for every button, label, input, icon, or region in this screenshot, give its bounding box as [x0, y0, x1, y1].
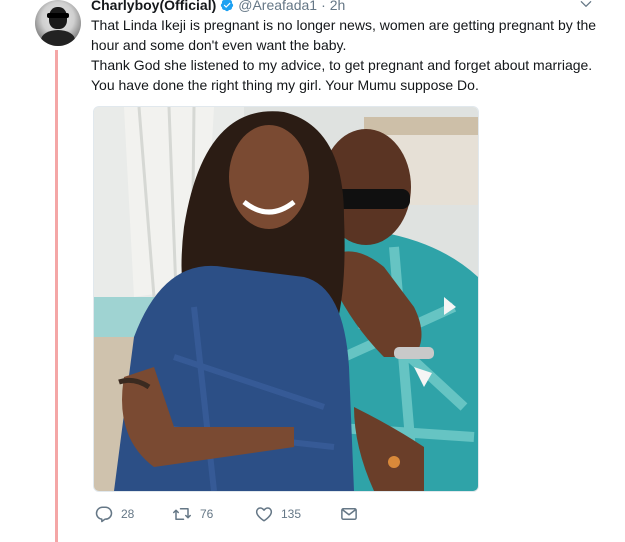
like-icon	[255, 507, 273, 522]
retweet-button[interactable]: 76	[172, 505, 255, 523]
author-name[interactable]: Charlyboy(Official)	[91, 0, 216, 13]
avatar-face-shape	[49, 7, 67, 29]
tweet-text-line: Thank God she listened to my advice, to …	[91, 57, 593, 93]
like-button[interactable]: 135	[255, 505, 340, 523]
tweet-text: That Linda Ikeji is pregnant is no longe…	[91, 15, 611, 95]
reply-count: 28	[121, 507, 135, 521]
chevron-down-icon[interactable]	[579, 0, 593, 11]
avatar-body-shape	[41, 30, 75, 46]
separator-dot: ·	[321, 0, 326, 13]
tweet-text-line: That Linda Ikeji is pregnant is no longe…	[91, 17, 597, 53]
reply-button[interactable]: 28	[95, 505, 172, 523]
thread-line	[55, 50, 58, 542]
message-icon	[341, 508, 357, 520]
tweet-actions: 28 76 135	[95, 505, 358, 523]
tweet-photo[interactable]	[93, 106, 479, 492]
message-button[interactable]	[340, 505, 358, 523]
avatar-sunglasses-shape	[47, 13, 69, 18]
author-handle[interactable]: @Areafada1	[238, 0, 317, 13]
avatar[interactable]	[35, 0, 81, 46]
verified-badge-icon	[221, 0, 234, 12]
like-count: 135	[281, 507, 302, 521]
tweet-timestamp[interactable]: 2h	[330, 0, 346, 13]
reply-icon	[95, 506, 113, 523]
retweet-icon	[173, 508, 191, 520]
retweet-count: 76	[200, 507, 214, 521]
photo-illustration	[94, 107, 478, 491]
tweet-header: Charlyboy(Official) @Areafada1 · 2h	[91, 0, 345, 14]
